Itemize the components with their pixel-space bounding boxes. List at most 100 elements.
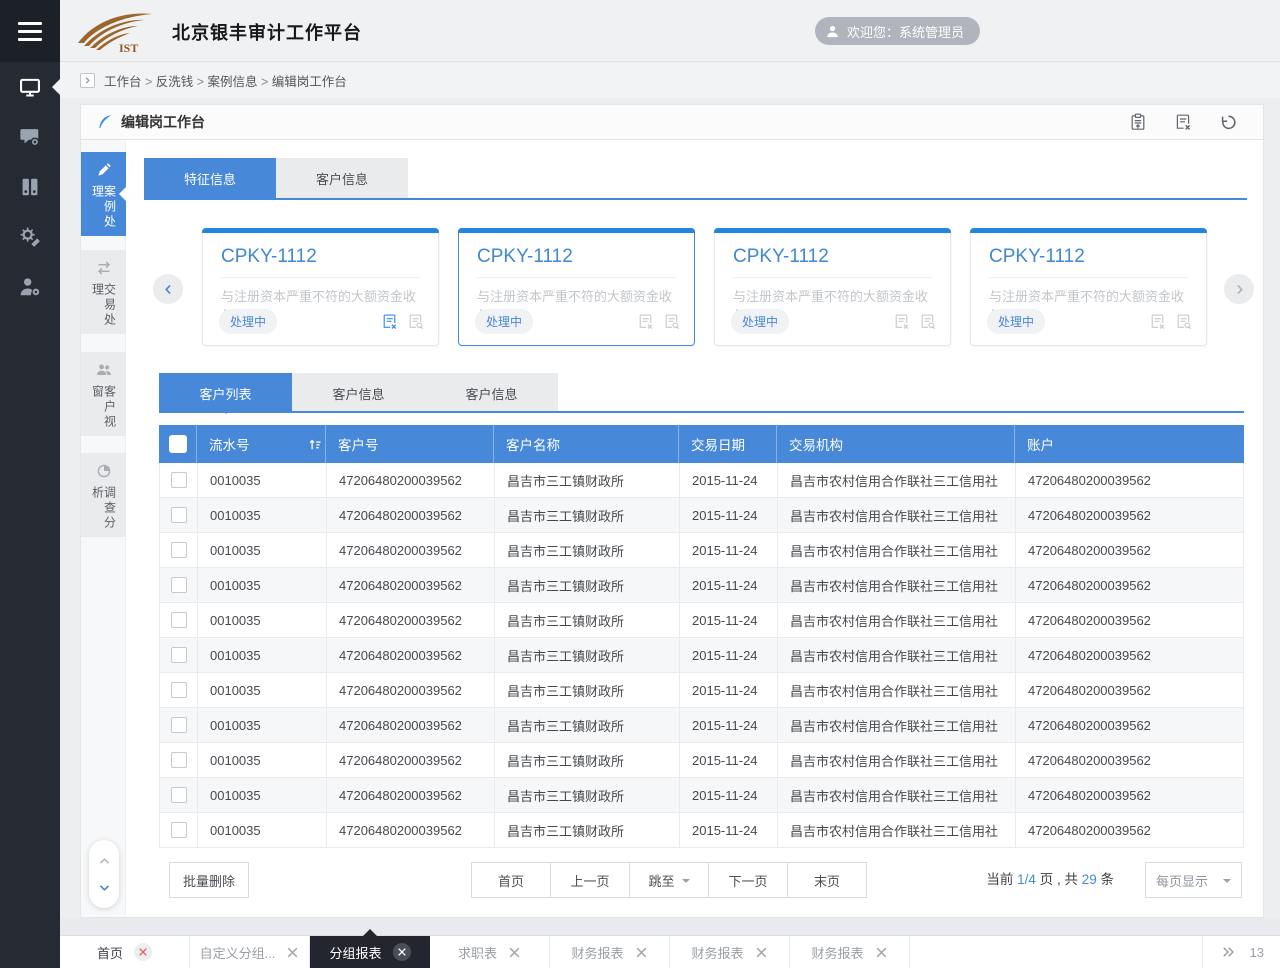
scroll-down-icon[interactable]	[98, 881, 111, 894]
breadcrumb-item[interactable]: 案例信息	[193, 71, 257, 90]
breadcrumb-item[interactable]: 反洗钱	[142, 71, 194, 90]
close-tab-icon[interactable]	[508, 946, 521, 959]
row-checkbox[interactable]	[171, 752, 187, 768]
breadcrumb-item[interactable]: 编辑岗工作台	[258, 71, 347, 90]
case-card[interactable]: CPKY-1112 与注册资本严重不符的大额资金收付 处理中	[202, 228, 439, 346]
menu-toggle-button[interactable]	[0, 0, 60, 62]
topbar-icon-transfer[interactable]	[1100, 21, 1121, 42]
close-tab-icon[interactable]	[286, 946, 299, 959]
table-row[interactable]: 0010035 47206480200039562 昌吉市三工镇财政所 2015…	[160, 638, 1243, 673]
close-tab-icon[interactable]	[635, 946, 648, 959]
list-tab[interactable]: 客户信息	[292, 373, 425, 413]
taskbar-tab[interactable]: 自定义分组...	[190, 936, 310, 968]
close-tab-icon[interactable]	[755, 946, 768, 959]
case-remove-doc-icon[interactable]	[381, 313, 398, 330]
row-checkbox[interactable]	[171, 542, 187, 558]
table-row[interactable]: 0010035 47206480200039562 昌吉市三工镇财政所 2015…	[160, 463, 1243, 498]
sidebar-item-messages[interactable]	[0, 112, 60, 162]
undo-icon[interactable]	[1219, 113, 1237, 131]
row-checkbox[interactable]	[171, 507, 187, 523]
taskbar-tab[interactable]: 首页	[60, 936, 190, 968]
breadcrumb-expand-icon[interactable]	[80, 73, 95, 88]
taskbar-tab[interactable]: 分组报表	[310, 936, 430, 968]
total-count-value: 29	[1082, 872, 1097, 887]
case-card[interactable]: CPKY-1112 与注册资本严重不符的大额资金收付 处理中	[714, 228, 951, 346]
list-tab[interactable]: 客户信息	[425, 373, 558, 413]
topbar-icon-settings[interactable]	[1198, 21, 1219, 42]
topbar-icon-messages[interactable]	[1002, 21, 1023, 42]
topbar-icon-toolbox[interactable]	[1149, 21, 1170, 42]
row-checkbox[interactable]	[171, 822, 187, 838]
sidebar-item-tools[interactable]	[0, 212, 60, 262]
last-page-button[interactable]: 末页	[787, 862, 867, 898]
case-remove-doc-icon[interactable]	[893, 313, 910, 330]
table-row[interactable]: 0010035 47206480200039562 昌吉市三工镇财政所 2015…	[160, 813, 1243, 848]
taskbar-tab[interactable]: 财务报表	[670, 936, 790, 968]
cell-account: 47206480200039562	[1016, 568, 1245, 602]
row-checkbox[interactable]	[171, 612, 187, 628]
cell-serial-no: 0010035	[198, 708, 327, 742]
topbar-icon-logout[interactable]	[1247, 21, 1268, 42]
table-row[interactable]: 0010035 47206480200039562 昌吉市三工镇财政所 2015…	[160, 708, 1243, 743]
first-page-button[interactable]: 首页	[471, 862, 551, 898]
select-all-checkbox[interactable]	[169, 435, 187, 453]
per-page-select[interactable]: 每页显示	[1145, 862, 1242, 898]
user-welcome-pill[interactable]: 欢迎您：系统管理员	[815, 17, 980, 45]
close-tab-icon[interactable]	[875, 946, 888, 959]
col-account: 账户	[1015, 425, 1244, 463]
case-remove-doc-icon[interactable]	[1149, 313, 1166, 330]
taskbar-tab[interactable]: 财务报表	[790, 936, 910, 968]
taskbar-tab[interactable]: 求职表	[430, 936, 550, 968]
topbar-icon-theme[interactable]	[1051, 21, 1072, 42]
scroll-up-icon[interactable]	[98, 855, 111, 868]
breadcrumb-item[interactable]: 工作台	[104, 71, 142, 90]
table-row[interactable]: 0010035 47206480200039562 昌吉市三工镇财政所 2015…	[160, 743, 1243, 778]
table-row[interactable]: 0010035 47206480200039562 昌吉市三工镇财政所 2015…	[160, 568, 1243, 603]
sidebar-item-users[interactable]	[0, 262, 60, 312]
feature-tab[interactable]: 特征信息	[144, 158, 276, 198]
cell-account: 47206480200039562	[1016, 533, 1245, 567]
jump-to-button[interactable]: 跳至	[629, 862, 709, 898]
carousel-next-button[interactable]	[1224, 274, 1254, 304]
table-row[interactable]: 0010035 47206480200039562 昌吉市三工镇财政所 2015…	[160, 603, 1243, 638]
feature-tab[interactable]: 客户信息	[276, 158, 408, 198]
close-tab-icon[interactable]	[393, 943, 411, 961]
close-tab-icon[interactable]	[134, 943, 152, 961]
next-page-button[interactable]: 下一页	[708, 862, 788, 898]
case-remove-doc-icon[interactable]	[637, 313, 654, 330]
case-view-doc-icon[interactable]	[407, 313, 424, 330]
case-card[interactable]: CPKY-1112 与注册资本严重不符的大额资金收付 处理中	[458, 228, 695, 346]
case-view-doc-icon[interactable]	[919, 313, 936, 330]
table-row[interactable]: 0010035 47206480200039562 昌吉市三工镇财政所 2015…	[160, 498, 1243, 533]
col-trade-org: 交易机构	[777, 425, 1015, 463]
vertical-tab[interactable]: 调查分析	[81, 453, 126, 537]
row-checkbox[interactable]	[171, 647, 187, 663]
row-checkbox[interactable]	[171, 472, 187, 488]
row-checkbox[interactable]	[171, 787, 187, 803]
table-row[interactable]: 0010035 47206480200039562 昌吉市三工镇财政所 2015…	[160, 533, 1243, 568]
more-tabs-icon[interactable]	[1221, 945, 1235, 959]
brand-logo: IST	[76, 9, 156, 53]
row-checkbox[interactable]	[171, 682, 187, 698]
vertical-tab[interactable]: 案例处理	[81, 152, 126, 236]
clipboard-up-icon[interactable]	[1129, 113, 1147, 131]
sidebar-icon	[19, 226, 41, 248]
table-row[interactable]: 0010035 47206480200039562 昌吉市三工镇财政所 2015…	[160, 673, 1243, 708]
list-tab[interactable]: 客户列表	[159, 373, 292, 413]
cell-account: 47206480200039562	[1016, 638, 1245, 672]
batch-delete-button[interactable]: 批量删除	[169, 862, 249, 898]
sidebar-item-workbench[interactable]	[0, 62, 60, 112]
row-checkbox[interactable]	[171, 577, 187, 593]
case-card[interactable]: CPKY-1112 与注册资本严重不符的大额资金收付 处理中	[970, 228, 1207, 346]
prev-page-button[interactable]: 上一页	[550, 862, 630, 898]
cell-customer-no: 47206480200039562	[327, 638, 495, 672]
taskbar-tab[interactable]: 财务报表	[550, 936, 670, 968]
sort-icon[interactable]	[308, 437, 323, 452]
case-view-doc-icon[interactable]	[663, 313, 680, 330]
row-checkbox[interactable]	[171, 717, 187, 733]
vertical-tab[interactable]: 客户视窗	[81, 352, 126, 436]
doc-remove-icon[interactable]	[1174, 113, 1192, 131]
sidebar-item-library[interactable]	[0, 162, 60, 212]
case-view-doc-icon[interactable]	[1175, 313, 1192, 330]
table-row[interactable]: 0010035 47206480200039562 昌吉市三工镇财政所 2015…	[160, 778, 1243, 813]
